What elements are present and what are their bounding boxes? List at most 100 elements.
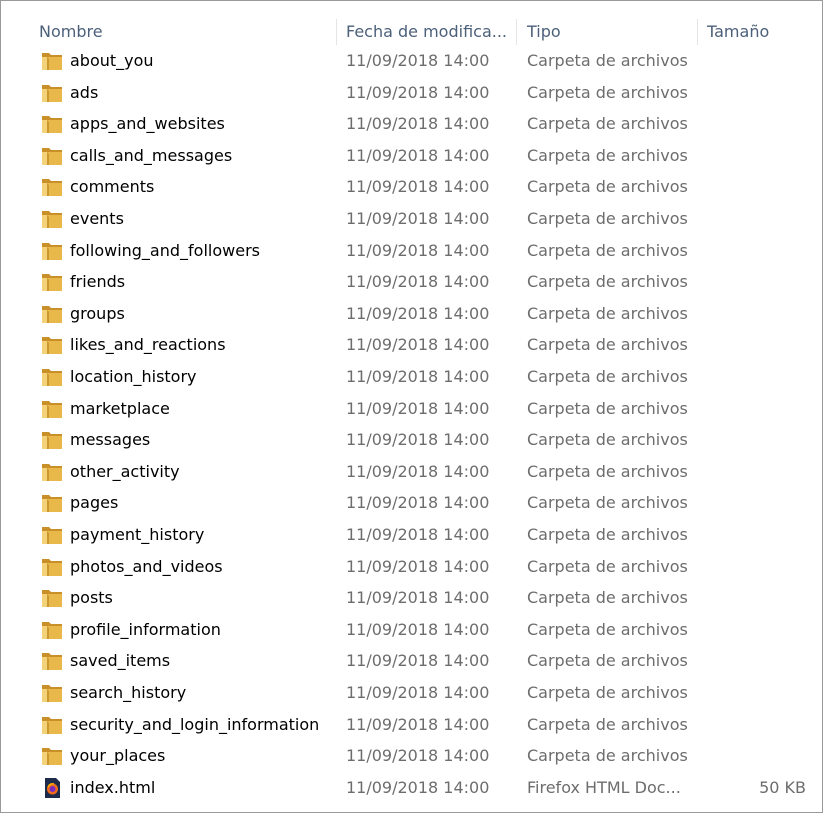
folder-icon [40,113,64,135]
file-size [706,645,806,677]
file-size [706,677,806,709]
file-row[interactable]: apps_and_websites 11/09/2018 14:00 Carpeta… [0,108,825,140]
folder-icon [40,429,64,451]
file-row[interactable]: index.html 11/09/2018 14:00 Firefox HTML D… [0,772,825,804]
file-row[interactable]: other_activity 11/09/2018 14:00 Carpeta de… [0,456,825,488]
file-type: Carpeta de archivos [527,114,688,134]
file-row[interactable]: posts 11/09/2018 14:00 Carpeta de archivos [0,582,825,614]
file-size [706,235,806,267]
file-name: comments [70,177,155,197]
folder-icon [40,714,64,736]
file-type: Carpeta de archivos [527,177,688,197]
file-row[interactable]: calls_and_messages 11/09/2018 14:00 Carpet… [0,140,825,172]
file-row[interactable]: about_you 11/09/2018 14:00 Carpeta de arch… [0,45,825,77]
column-divider[interactable] [516,19,517,45]
file-name: payment_history [70,525,205,544]
file-type: Carpeta de archivos [527,683,688,702]
file-modified-date: 11/09/2018 14:00 [346,651,490,671]
file-modified-date: 11/09/2018 14:00 [346,525,490,544]
file-type: Carpeta de archivos [527,145,688,165]
folder-icon [40,176,64,198]
file-modified-date: 11/09/2018 14:00 [346,240,490,260]
file-name: index.html [70,777,156,797]
file-size [706,140,806,172]
file-size [706,424,806,456]
file-type: Carpeta de archivos [527,209,688,228]
column-header-size[interactable]: Tamaño [707,16,769,48]
file-row[interactable]: likes_and_reactions 11/09/2018 14:00 Carpe… [0,329,825,361]
file-name: photos_and_videos [70,556,223,576]
file-row[interactable]: security_and_login_information 11/09/2018… [0,709,825,741]
file-row[interactable]: friends 11/09/2018 14:00 Carpeta de archiv… [0,266,825,298]
file-name: search_history [70,683,187,702]
file-size [706,740,806,772]
column-header-name[interactable]: Nombre [39,16,103,48]
file-size [706,171,806,203]
file-size [706,266,806,298]
file-type: Carpeta de archivos [527,51,688,70]
column-divider[interactable] [697,19,698,45]
file-size [706,709,806,741]
file-row[interactable]: pages 11/09/2018 14:00 Carpeta de archivos [0,487,825,519]
file-name: apps_and_websites [70,114,225,134]
file-type: Carpeta de archivos [527,746,688,766]
file-type: Carpeta de archivos [527,430,688,450]
file-row[interactable]: groups 11/09/2018 14:00 Carpeta de archivo… [0,298,825,330]
file-size [706,108,806,140]
file-name: pages [70,493,119,513]
file-type: Carpeta de archivos [527,82,688,102]
folder-icon [40,492,64,514]
file-name: groups [70,303,125,323]
file-size [706,582,806,614]
file-modified-date: 11/09/2018 14:00 [346,303,490,323]
file-type: Firefox HTML Doc... [527,777,681,797]
folder-icon [40,587,64,609]
file-row[interactable]: following_and_followers 11/09/2018 14:00 C… [0,235,825,267]
column-divider[interactable] [336,19,337,45]
file-row[interactable]: events 11/09/2018 14:00 Carpeta de archivo… [0,203,825,235]
file-type: Carpeta de archivos [527,461,688,481]
file-size: 50 KB [759,777,806,797]
folder-icon [40,240,64,262]
file-name: ads [70,82,99,102]
folder-icon [40,556,64,578]
file-size [706,487,806,519]
file-row[interactable]: search_history 11/09/2018 14:00 Carpeta de… [0,677,825,709]
folder-icon [40,145,64,167]
file-name: calls_and_messages [70,145,233,165]
column-header-type[interactable]: Tipo [527,16,561,48]
file-name: likes_and_reactions [70,335,226,355]
file-name: messages [70,430,151,450]
file-modified-date: 11/09/2018 14:00 [346,335,490,355]
file-row[interactable]: ads 11/09/2018 14:00 Carpeta de archivos [0,77,825,109]
file-row[interactable]: your_places 11/09/2018 14:00 Carpeta de ar… [0,740,825,772]
file-modified-date: 11/09/2018 14:00 [346,493,490,513]
file-row[interactable]: messages 11/09/2018 14:00 Carpeta de archi… [0,424,825,456]
file-size [706,298,806,330]
file-name: location_history [70,367,197,386]
file-modified-date: 11/09/2018 14:00 [346,82,490,102]
file-modified-date: 11/09/2018 14:00 [346,714,490,734]
file-type: Carpeta de archivos [527,398,688,418]
file-size [706,614,806,646]
file-type: Carpeta de archivos [527,493,688,513]
file-type: Carpeta de archivos [527,619,688,639]
file-modified-date: 11/09/2018 14:00 [346,114,490,134]
file-row[interactable]: comments 11/09/2018 14:00 Carpeta de archi… [0,171,825,203]
file-modified-date: 11/09/2018 14:00 [346,556,490,576]
file-type: Carpeta de archivos [527,651,688,671]
file-row[interactable]: profile_information 11/09/2018 14:00 Carpe… [0,614,825,646]
file-row[interactable]: payment_history 11/09/2018 14:00 Carpeta d… [0,519,825,551]
file-row[interactable]: location_history 11/09/2018 14:00 Carpeta … [0,361,825,393]
file-modified-date: 11/09/2018 14:00 [346,145,490,165]
file-modified-date: 11/09/2018 14:00 [346,51,490,70]
file-modified-date: 11/09/2018 14:00 [346,430,490,450]
file-row[interactable]: photos_and_videos 11/09/2018 14:00 Carpeta… [0,551,825,583]
file-row[interactable]: saved_items 11/09/2018 14:00 Carpeta de ar… [0,645,825,677]
file-row[interactable]: marketplace 11/09/2018 14:00 Carpeta de ar… [0,393,825,425]
file-name: marketplace [70,398,170,418]
file-size [706,551,806,583]
column-header-date[interactable]: Fecha de modifica... [346,16,507,48]
file-type: Carpeta de archivos [527,714,688,734]
firefox-html-file-icon [40,777,64,799]
